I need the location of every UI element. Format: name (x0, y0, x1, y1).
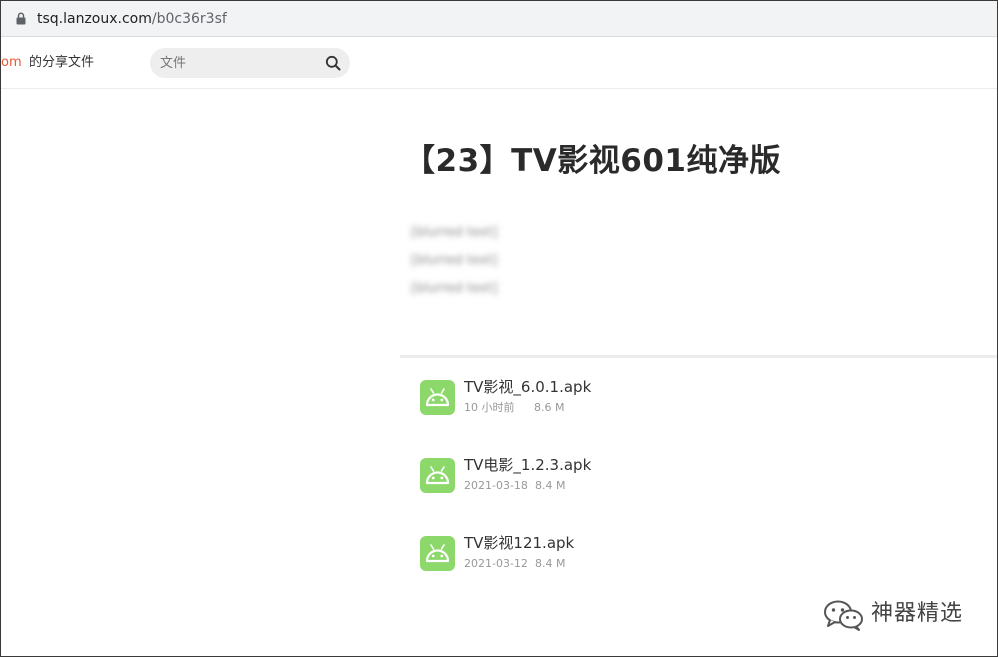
address-bar[interactable]: tsq.lanzoux.com/b0c36r3sf (1, 1, 997, 37)
description-line: [blurred text] (411, 225, 498, 240)
file-date: 2021-03-18 (464, 479, 528, 492)
share-label: 的分享文件 (29, 55, 95, 70)
file-item[interactable]: TV影视_6.0.1.apk 10 小时前 8.6 M (420, 377, 980, 455)
file-item[interactable]: TV电影_1.2.3.apk 2021-03-18 8.4 M (420, 455, 980, 533)
file-size: 8.6 M (534, 401, 565, 414)
file-name[interactable]: TV影视121.apk (464, 533, 574, 553)
page-title: 【23】TV影视601纯净版 (404, 143, 781, 179)
android-icon[interactable] (420, 380, 455, 415)
android-icon[interactable] (420, 458, 455, 493)
file-list: TV影视_6.0.1.apk 10 小时前 8.6 M TV电影_1.2.3.a… (420, 377, 980, 611)
url-path: /b0c36r3sf (151, 11, 227, 27)
file-date: 10 小时前 (464, 401, 515, 414)
watermark-text: 神器精选 (871, 601, 964, 626)
site-logo[interactable]: om (1, 54, 22, 72)
file-size: 8.4 M (535, 479, 566, 492)
description-line: [blurred text] (411, 281, 498, 296)
search-icon[interactable] (325, 55, 341, 71)
file-name[interactable]: TV电影_1.2.3.apk (464, 455, 591, 475)
url-text[interactable]: tsq.lanzoux.com/b0c36r3sf (37, 9, 227, 29)
wechat-icon (824, 600, 863, 631)
android-icon[interactable] (420, 536, 455, 571)
search-box[interactable] (150, 48, 350, 78)
site-header: om 的分享文件 (1, 38, 997, 89)
search-input[interactable] (160, 53, 320, 73)
description-line: [blurred text] (411, 253, 498, 268)
file-name[interactable]: TV影视_6.0.1.apk (464, 377, 591, 397)
file-date: 2021-03-12 (464, 557, 528, 570)
page-description: [blurred text] [blurred text] [blurred t… (411, 219, 997, 303)
url-host: tsq.lanzoux.com (37, 11, 152, 27)
lock-icon (16, 12, 26, 25)
divider (400, 355, 997, 358)
browser-window: tsq.lanzoux.com/b0c36r3sf om 的分享文件 【23】T… (0, 0, 998, 657)
file-size: 8.4 M (535, 557, 566, 570)
